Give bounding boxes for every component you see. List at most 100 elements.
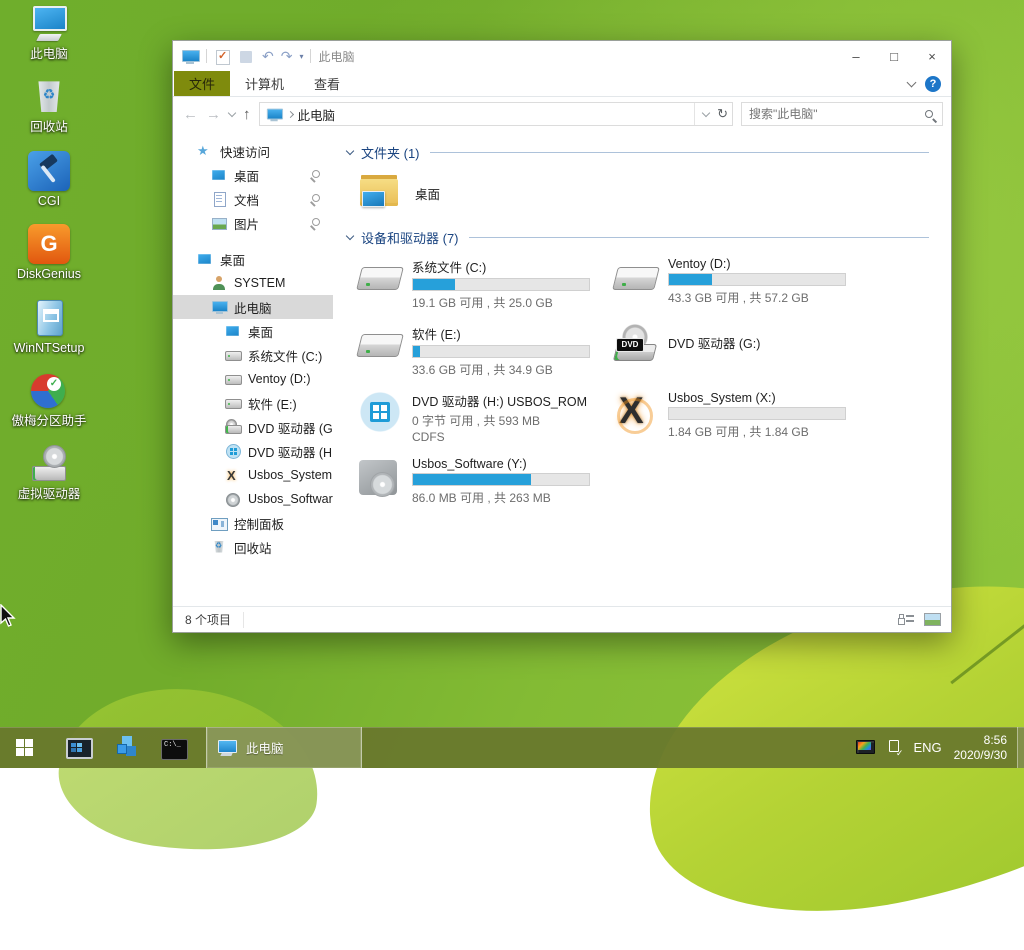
nav-tree-item[interactable]: 文档	[173, 187, 333, 211]
minimize-button[interactable]: –	[837, 41, 875, 71]
large-icons-view-button[interactable]	[924, 613, 941, 626]
desktop-icon-label: DiskGenius	[17, 267, 81, 281]
collapse-chevron-icon[interactable]	[346, 147, 354, 155]
drive-tile[interactable]: Usbos_Software (Y:) 86.0 MB 可用 , 共 263 M…	[357, 457, 611, 506]
cgi-hammer-icon	[28, 151, 70, 191]
nav-tree-item[interactable]: 此电脑	[173, 295, 333, 319]
nav-tree-item[interactable]: 回收站	[173, 535, 333, 559]
taskbar-pinned-icons	[48, 727, 204, 768]
navigation-toolbar: ← → ↑ 此电脑 ↻	[173, 97, 951, 131]
help-button[interactable]: ?	[925, 76, 941, 92]
clock[interactable]: 8:56 2020/9/30	[954, 733, 1011, 763]
nav-tree-item[interactable]: 快速访问	[173, 139, 333, 163]
nav-tree-item[interactable]: DVD 驱动器 (H:)	[173, 439, 333, 463]
desktop-icon-cgi[interactable]: CGI	[6, 151, 92, 208]
drive-tile[interactable]: DVD 驱动器 (G:)	[613, 324, 867, 378]
tab-file[interactable]: 文件	[174, 71, 230, 96]
ribbon-collapse-chevron-icon[interactable]	[907, 77, 917, 87]
capacity-bar-fill	[413, 346, 420, 357]
nav-tree-item[interactable]: 桌面	[173, 319, 333, 343]
nav-tree-item[interactable]: 桌面	[173, 247, 333, 271]
nav-tree-item[interactable]: DVD 驱动器 (G:)	[173, 415, 333, 439]
nav-tree-item[interactable]: SYSTEM	[173, 271, 333, 295]
nav-item-label: 此电脑	[234, 298, 272, 317]
show-desktop-button[interactable]	[1017, 727, 1024, 768]
safely-remove-usb-icon[interactable]	[887, 739, 901, 757]
window-title: 此电脑	[318, 48, 354, 65]
address-bar[interactable]: 此电脑 ↻	[259, 102, 734, 126]
language-indicator[interactable]: ENG	[913, 740, 941, 755]
breadcrumb[interactable]: 此电脑	[298, 105, 336, 124]
capacity-bar	[412, 345, 590, 358]
properties-button[interactable]	[214, 49, 231, 64]
nav-item-label: Ventoy (D:)	[248, 372, 311, 386]
collapse-chevron-icon[interactable]	[346, 232, 354, 240]
hdd-icon	[225, 396, 241, 411]
task-button-this-pc[interactable]: 此电脑	[206, 727, 362, 768]
date: 2020/9/30	[954, 748, 1007, 762]
forward-button[interactable]: →	[206, 106, 221, 123]
tab-computer[interactable]: 计算机	[230, 71, 299, 96]
new-folder-button[interactable]	[238, 49, 255, 64]
file-list-pane: 文件夹 (1) 桌面 设备和驱动器 (7)	[333, 131, 951, 606]
group-header-folders[interactable]: 文件夹 (1)	[347, 143, 951, 162]
drive-tile[interactable]: Ventoy (D:) 43.3 GB 可用 , 共 57.2 GB	[613, 257, 867, 311]
desktop-icon-partition-assistant[interactable]: 傲梅分区助手	[6, 371, 92, 428]
nav-item-label: 快速访问	[220, 142, 270, 161]
undo-button[interactable]: ↶	[262, 49, 274, 63]
nav-item-label: 桌面	[234, 166, 259, 185]
item-count: 8 个项目	[183, 612, 244, 628]
usb-windows-icon	[225, 444, 241, 459]
nav-tree-item[interactable]: 软件 (E:)	[173, 391, 333, 415]
up-button[interactable]: ↑	[243, 106, 251, 123]
nav-item-label: DVD 驱动器 (G:)	[248, 418, 333, 437]
nav-tree-item[interactable]: 控制面板	[173, 511, 333, 535]
drive-tile[interactable]: Usbos_System (X:) 1.84 GB 可用 , 共 1.84 GB	[613, 391, 867, 444]
quick-access-icon	[197, 144, 213, 159]
drive-tile[interactable]: 系统文件 (C:) 19.1 GB 可用 , 共 25.0 GB	[357, 257, 611, 311]
nav-tree-item[interactable]: Usbos_Software	[173, 487, 333, 511]
search-box[interactable]	[741, 102, 943, 126]
recent-locations-dropdown[interactable]	[228, 109, 236, 117]
desktop-icon-diskgenius[interactable]: DiskGenius	[6, 224, 92, 281]
folder-tile[interactable]: 桌面	[357, 172, 587, 214]
usb-windows-icon	[357, 391, 403, 433]
nav-tree-item[interactable]: 图片	[173, 211, 333, 235]
customize-toolbar-dropdown[interactable]: ▾	[299, 52, 303, 61]
nav-item-label: DVD 驱动器 (H:)	[248, 442, 333, 461]
start-button[interactable]	[0, 727, 48, 768]
nav-tree-item[interactable]: Ventoy (D:)	[173, 367, 333, 391]
mouse-cursor	[0, 604, 16, 628]
group-header-devices[interactable]: 设备和驱动器 (7)	[347, 228, 951, 247]
desktop-icon-this-pc[interactable]: 此电脑	[6, 4, 92, 61]
tab-view[interactable]: 查看	[299, 71, 355, 96]
nav-item-label: 控制面板	[234, 514, 284, 533]
desktop-icon-winntsetup[interactable]: WinNTSetup	[6, 298, 92, 355]
close-button[interactable]: ×	[913, 41, 951, 71]
drive-name: Ventoy (D:)	[668, 257, 846, 271]
drive-tile[interactable]: 软件 (E:) 33.6 GB 可用 , 共 34.9 GB	[357, 324, 611, 378]
display-color-tray-icon[interactable]	[856, 740, 875, 755]
search-input[interactable]	[749, 107, 925, 121]
drive-free-space: 33.6 GB 可用 , 共 34.9 GB	[412, 361, 590, 378]
command-prompt-icon[interactable]	[160, 734, 188, 762]
drive-tile[interactable]: DVD 驱动器 (H:) USBOS_ROM 0 字节 可用 , 共 593 M…	[357, 391, 611, 444]
nav-tree-item[interactable]: 系统文件 (C:)	[173, 343, 333, 367]
devices-grid: 系统文件 (C:) 19.1 GB 可用 , 共 25.0 GB Ventoy	[357, 257, 951, 506]
refresh-button[interactable]: ↻	[717, 106, 728, 122]
recycle-bin-icon	[211, 540, 227, 555]
remote-desktop-tool-icon[interactable]	[64, 734, 92, 762]
details-view-button[interactable]	[899, 613, 914, 626]
maximize-button[interactable]: □	[875, 41, 913, 71]
desktop-icon-virtual-drive[interactable]: 虚拟驱动器	[6, 444, 92, 501]
nav-tree-item[interactable]: 桌面	[173, 163, 333, 187]
redo-button[interactable]: ↷	[281, 49, 293, 63]
nav-tree-item[interactable]: Usbos_System (X:)	[173, 463, 333, 487]
capacity-bar	[412, 278, 590, 291]
desktop-icon-recycle-bin[interactable]: 回收站	[6, 77, 92, 134]
winntsetup-icon	[28, 298, 70, 338]
pe-tool-icon[interactable]	[112, 734, 140, 762]
address-dropdown-chevron[interactable]	[702, 109, 710, 117]
virtual-drive-icon	[28, 444, 70, 484]
back-button[interactable]: ←	[183, 106, 198, 123]
